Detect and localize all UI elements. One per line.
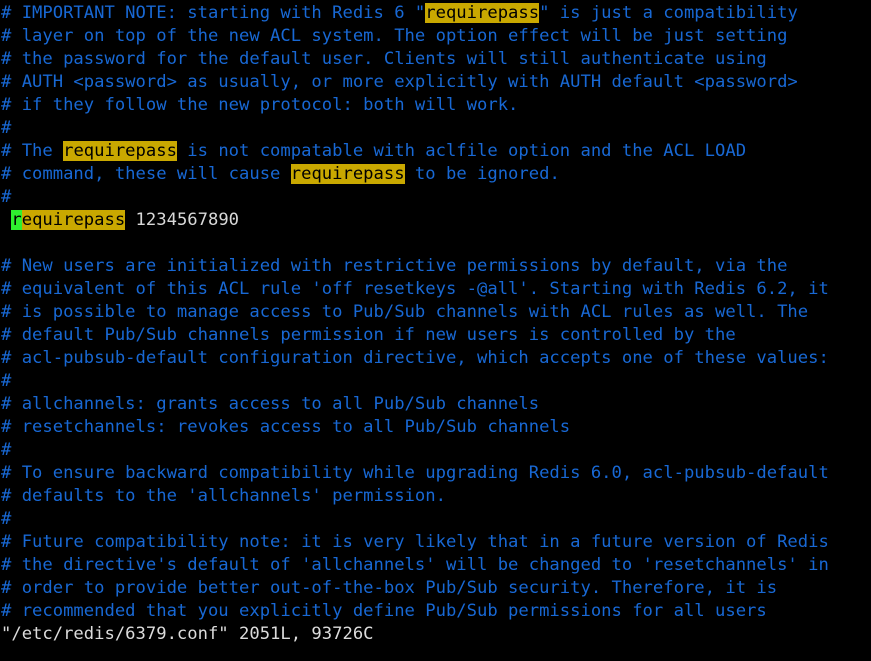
editor-line[interactable]	[0, 232, 871, 255]
editor-line[interactable]: #	[0, 186, 871, 209]
comment-text: # the directive's default of 'allchannel…	[1, 555, 829, 575]
comment-text: # IMPORTANT NOTE: starting with Redis 6 …	[1, 3, 426, 23]
editor-line[interactable]: # acl-pubsub-default configuration direc…	[0, 347, 871, 370]
editor-line[interactable]: # To ensure backward compatibility while…	[0, 462, 871, 485]
line-text: 1234567890	[125, 210, 240, 230]
editor-buffer[interactable]: # IMPORTANT NOTE: starting with Redis 6 …	[0, 2, 871, 623]
editor-line[interactable]: # default Pub/Sub channels permission if…	[0, 324, 871, 347]
editor-line[interactable]: # command, these will cause requirepass …	[0, 163, 871, 186]
comment-text: # AUTH <password> as usually, or more ex…	[1, 72, 798, 92]
comment-text: is not compatable with aclfile option an…	[176, 141, 747, 161]
comment-text: # defaults to the 'allchannels' permissi…	[1, 486, 446, 506]
editor-line[interactable]: #	[0, 370, 871, 393]
search-match-highlight: requirepass	[290, 164, 405, 184]
editor-line[interactable]: # IMPORTANT NOTE: starting with Redis 6 …	[0, 2, 871, 25]
editor-line[interactable]: # Future compatibility note: it is very …	[0, 531, 871, 554]
comment-text: to be ignored.	[404, 164, 560, 184]
line-text	[1, 210, 11, 230]
editor-line[interactable]: # the password for the default user. Cli…	[0, 48, 871, 71]
editor-line[interactable]: # if they follow the new protocol: both …	[0, 94, 871, 117]
editor-line[interactable]: # is possible to manage access to Pub/Su…	[0, 301, 871, 324]
comment-text: #	[1, 187, 12, 207]
comment-text: # is possible to manage access to Pub/Su…	[1, 302, 809, 322]
comment-text: # The	[1, 141, 64, 161]
comment-text: #	[1, 371, 12, 391]
editor-line[interactable]: # equivalent of this ACL rule 'off reset…	[0, 278, 871, 301]
editor-line[interactable]: #	[0, 117, 871, 140]
comment-text: # equivalent of this ACL rule 'off reset…	[1, 279, 829, 299]
vim-status-line: "/etc/redis/6379.conf" 2051L, 93726C	[1, 624, 374, 644]
comment-text: #	[1, 509, 12, 529]
comment-text: # the password for the default user. Cli…	[1, 49, 767, 69]
editor-line[interactable]: #	[0, 439, 871, 462]
comment-text: # command, these will cause	[1, 164, 291, 184]
search-match-highlight: requirepass	[425, 3, 540, 23]
editor-line[interactable]: # allchannels: grants access to all Pub/…	[0, 393, 871, 416]
comment-text: #	[1, 118, 12, 138]
comment-text: #	[1, 440, 12, 460]
comment-text: " is just a compatibility	[539, 3, 798, 23]
editor-line[interactable]: #	[0, 508, 871, 531]
text-cursor[interactable]: r	[11, 210, 22, 230]
comment-text: # order to provide better out-of-the-box…	[1, 578, 778, 598]
comment-text: # default Pub/Sub channels permission if…	[1, 325, 736, 345]
comment-text: # resetchannels: revokes access to all P…	[1, 417, 571, 437]
comment-text: # allchannels: grants access to all Pub/…	[1, 394, 540, 414]
comment-text: # if they follow the new protocol: both …	[1, 95, 519, 115]
editor-line[interactable]: # The requirepass is not compatable with…	[0, 140, 871, 163]
comment-text: # acl-pubsub-default configuration direc…	[1, 348, 829, 368]
editor-line[interactable]: requirepass 1234567890	[0, 209, 871, 232]
comment-text: # To ensure backward compatibility while…	[1, 463, 829, 483]
editor-line[interactable]: # resetchannels: revokes access to all P…	[0, 416, 871, 439]
comment-text: # Future compatibility note: it is very …	[1, 532, 829, 552]
editor-line[interactable]: # defaults to the 'allchannels' permissi…	[0, 485, 871, 508]
search-match-highlight: requirepass	[63, 141, 177, 161]
terminal-window[interactable]: # IMPORTANT NOTE: starting with Redis 6 …	[0, 0, 871, 661]
editor-line[interactable]: # order to provide better out-of-the-box…	[0, 577, 871, 600]
editor-line[interactable]: # the directive's default of 'allchannel…	[0, 554, 871, 577]
comment-text: # New users are initialized with restric…	[1, 256, 788, 276]
editor-line[interactable]: # recommended that you explicitly define…	[0, 600, 871, 623]
search-match-highlight: equirepass	[21, 210, 126, 230]
comment-text: # recommended that you explicitly define…	[1, 601, 767, 621]
editor-line[interactable]: # layer on top of the new ACL system. Th…	[0, 25, 871, 48]
editor-line[interactable]: # New users are initialized with restric…	[0, 255, 871, 278]
editor-line[interactable]: # AUTH <password> as usually, or more ex…	[0, 71, 871, 94]
comment-text: # layer on top of the new ACL system. Th…	[1, 26, 788, 46]
